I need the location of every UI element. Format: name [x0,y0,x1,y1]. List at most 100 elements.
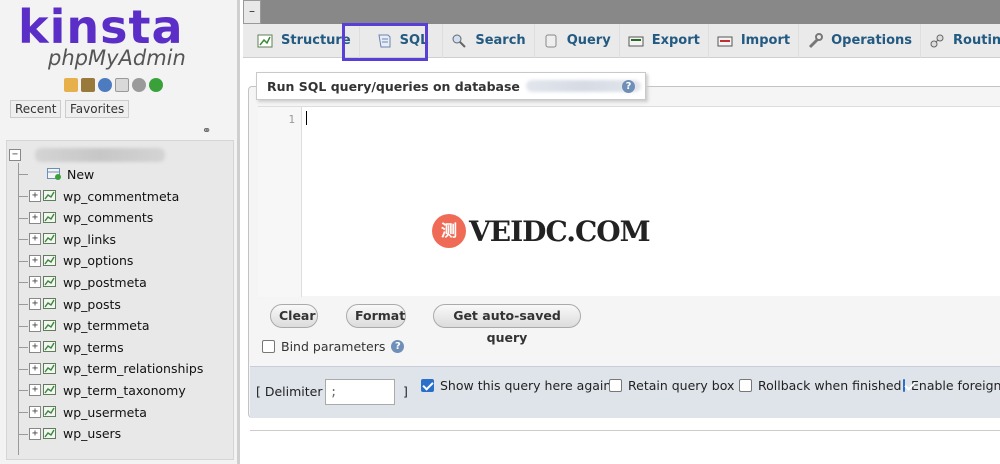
settings-icon[interactable] [132,78,146,92]
tree-connector [18,282,28,284]
tab-operations[interactable]: Operations [799,23,922,58]
table-item[interactable]: + wp_commentmeta [29,186,179,206]
expand-icon[interactable]: + [29,384,41,397]
tree-connector [18,239,28,241]
kinsta-logo[interactable]: kinsta [18,2,184,52]
table-item[interactable]: + wp_terms [29,337,124,357]
expand-icon[interactable]: + [29,406,41,418]
reload-icon[interactable] [149,78,163,92]
table-structure-icon[interactable] [43,384,57,396]
table-structure-icon[interactable] [43,341,57,353]
expand-icon[interactable]: + [29,233,41,246]
import-icon [717,33,733,49]
expand-icon[interactable]: + [29,341,41,354]
table-structure-icon[interactable] [43,427,57,440]
recent-tab[interactable]: Recent [10,100,62,118]
table-item[interactable]: + wp_comments [29,208,153,228]
database-node[interactable]: − [9,145,165,165]
show-query-checkbox[interactable] [421,379,434,392]
tab-sql-label: SQL [399,33,429,48]
navigation-panel: kinsta phpMyAdmin Recent Favorites ⚭ − N… [0,0,240,464]
bind-parameters-checkbox[interactable] [262,340,275,353]
line-number: 1 [288,113,295,126]
table-item[interactable]: + wp_termmeta [29,316,150,336]
tab-routines[interactable]: Routines [921,24,1000,58]
help-icon[interactable]: ? [622,80,635,93]
export-icon [628,33,644,49]
expand-icon[interactable]: + [29,362,41,375]
table-item[interactable]: + wp_postmeta [29,272,147,292]
table-structure-icon[interactable] [43,190,57,202]
table-structure-icon[interactable] [43,319,57,332]
table-name: wp_usermeta [63,404,147,420]
rollback-checkbox[interactable] [739,379,752,392]
tab-sql[interactable]: SQL [360,23,444,58]
tab-operations-label: Operations [831,33,913,48]
new-table-item[interactable]: New [47,164,94,184]
expand-icon[interactable]: + [29,276,41,289]
expand-icon[interactable]: + [29,190,41,202]
panel-legend: Run SQL query/queries on database ? [256,72,646,100]
format-button[interactable]: Format [346,304,406,328]
retain-query-box-option[interactable]: Retain query box [609,378,734,393]
collapse-icon[interactable]: − [9,149,21,161]
favorites-tab[interactable]: Favorites [65,100,130,118]
link-icon[interactable]: ⚭ [202,124,211,137]
home-icon[interactable] [64,78,78,92]
tab-export[interactable]: Export [620,23,709,58]
table-item[interactable]: + wp_links [29,229,116,249]
watermark-badge: 测 [432,214,466,248]
bind-parameters-label: Bind parameters [281,339,386,354]
table-name: wp_termmeta [63,318,150,334]
foreign-key-checks-option[interactable]: Enable foreign key checks [903,378,1000,393]
delimiter-input[interactable] [325,379,395,405]
table-item[interactable]: + wp_posts [29,294,121,314]
table-name: wp_posts [63,296,121,312]
help-icon[interactable] [98,78,112,92]
retain-query-box-checkbox[interactable] [609,379,622,392]
tab-query-label: Query [566,33,611,48]
sql-editor[interactable]: 1 [258,106,1000,297]
help-icon[interactable]: ? [391,340,405,353]
tab-import[interactable]: Import [709,23,800,58]
table-item[interactable]: + wp_term_relationships [29,359,203,379]
table-item[interactable]: + wp_term_taxonomy [29,380,186,400]
phpmyadmin-logo[interactable]: phpMyAdmin [48,46,186,70]
table-structure-icon[interactable] [43,276,57,288]
foreign-key-checks-checkbox[interactable] [903,379,905,392]
table-item[interactable]: + wp_options [29,251,133,271]
expand-icon[interactable]: + [29,211,41,224]
rollback-option[interactable]: Rollback when finished [739,378,901,393]
tab-bar: Structure SQL Search Query Export Import… [243,23,1000,58]
tab-search[interactable]: Search [443,23,535,58]
expand-icon[interactable]: + [29,319,41,332]
expand-icon[interactable]: + [29,427,41,440]
tab-structure-label: Structure [281,33,351,48]
table-item[interactable]: + wp_users [29,424,121,444]
new-table-label: New [67,166,95,182]
expand-icon[interactable]: + [29,298,41,310]
tab-routines-label: Routines [953,33,1000,48]
table-name: wp_users [63,426,122,442]
show-query-option[interactable]: Show this query here again [421,378,611,393]
delimiter-label: [ Delimiter [256,384,323,399]
table-structure-icon[interactable] [43,406,57,418]
table-structure-icon[interactable] [43,254,57,267]
table-structure-icon[interactable] [43,211,57,224]
table-structure-icon[interactable] [43,362,57,375]
table-name: wp_postmeta [63,274,147,290]
table-structure-icon[interactable] [43,298,57,310]
collapse-nav-button[interactable]: – [243,0,261,24]
tab-structure[interactable]: Structure [249,23,360,58]
expand-icon[interactable]: + [29,254,41,267]
watermark-text: VEIDC.COM [469,214,651,248]
get-autosaved-query-button[interactable]: Get auto-saved query [433,304,581,345]
table-structure-icon[interactable] [43,233,57,245]
foreign-key-checks-label: Enable foreign key checks [911,378,1000,393]
docs-icon[interactable] [115,78,129,92]
new-table-icon [47,168,61,180]
table-item[interactable]: + wp_usermeta [29,402,147,422]
clear-button[interactable]: Clear [270,304,318,328]
exit-icon[interactable] [81,78,95,92]
tab-query[interactable]: Query [535,23,620,58]
